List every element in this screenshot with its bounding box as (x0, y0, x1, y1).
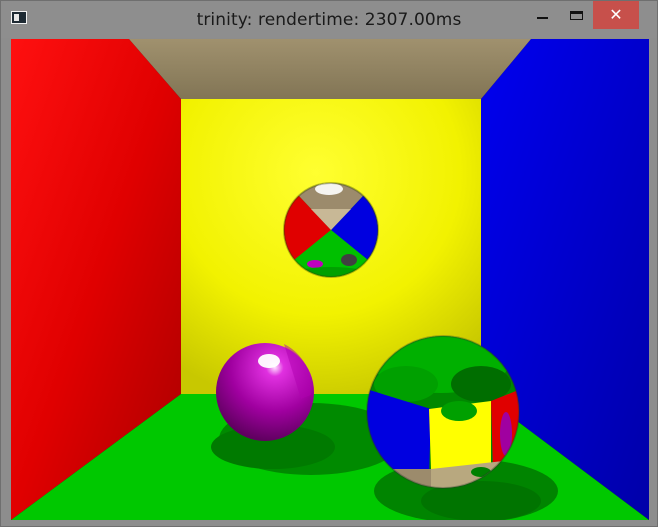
ceiling (129, 39, 531, 99)
minimize-icon (536, 17, 548, 19)
raytraced-scene (11, 39, 649, 520)
app-window: trinity: rendertime: 2307.00ms ✕ (0, 0, 658, 527)
close-icon: ✕ (609, 5, 623, 24)
render-viewport[interactable] (11, 39, 649, 520)
close-button[interactable]: ✕ (593, 1, 639, 29)
title-bar[interactable]: trinity: rendertime: 2307.00ms ✕ (1, 1, 657, 38)
minimize-button[interactable] (525, 1, 559, 29)
maximize-icon (569, 10, 583, 20)
maximize-button[interactable] (559, 1, 593, 29)
